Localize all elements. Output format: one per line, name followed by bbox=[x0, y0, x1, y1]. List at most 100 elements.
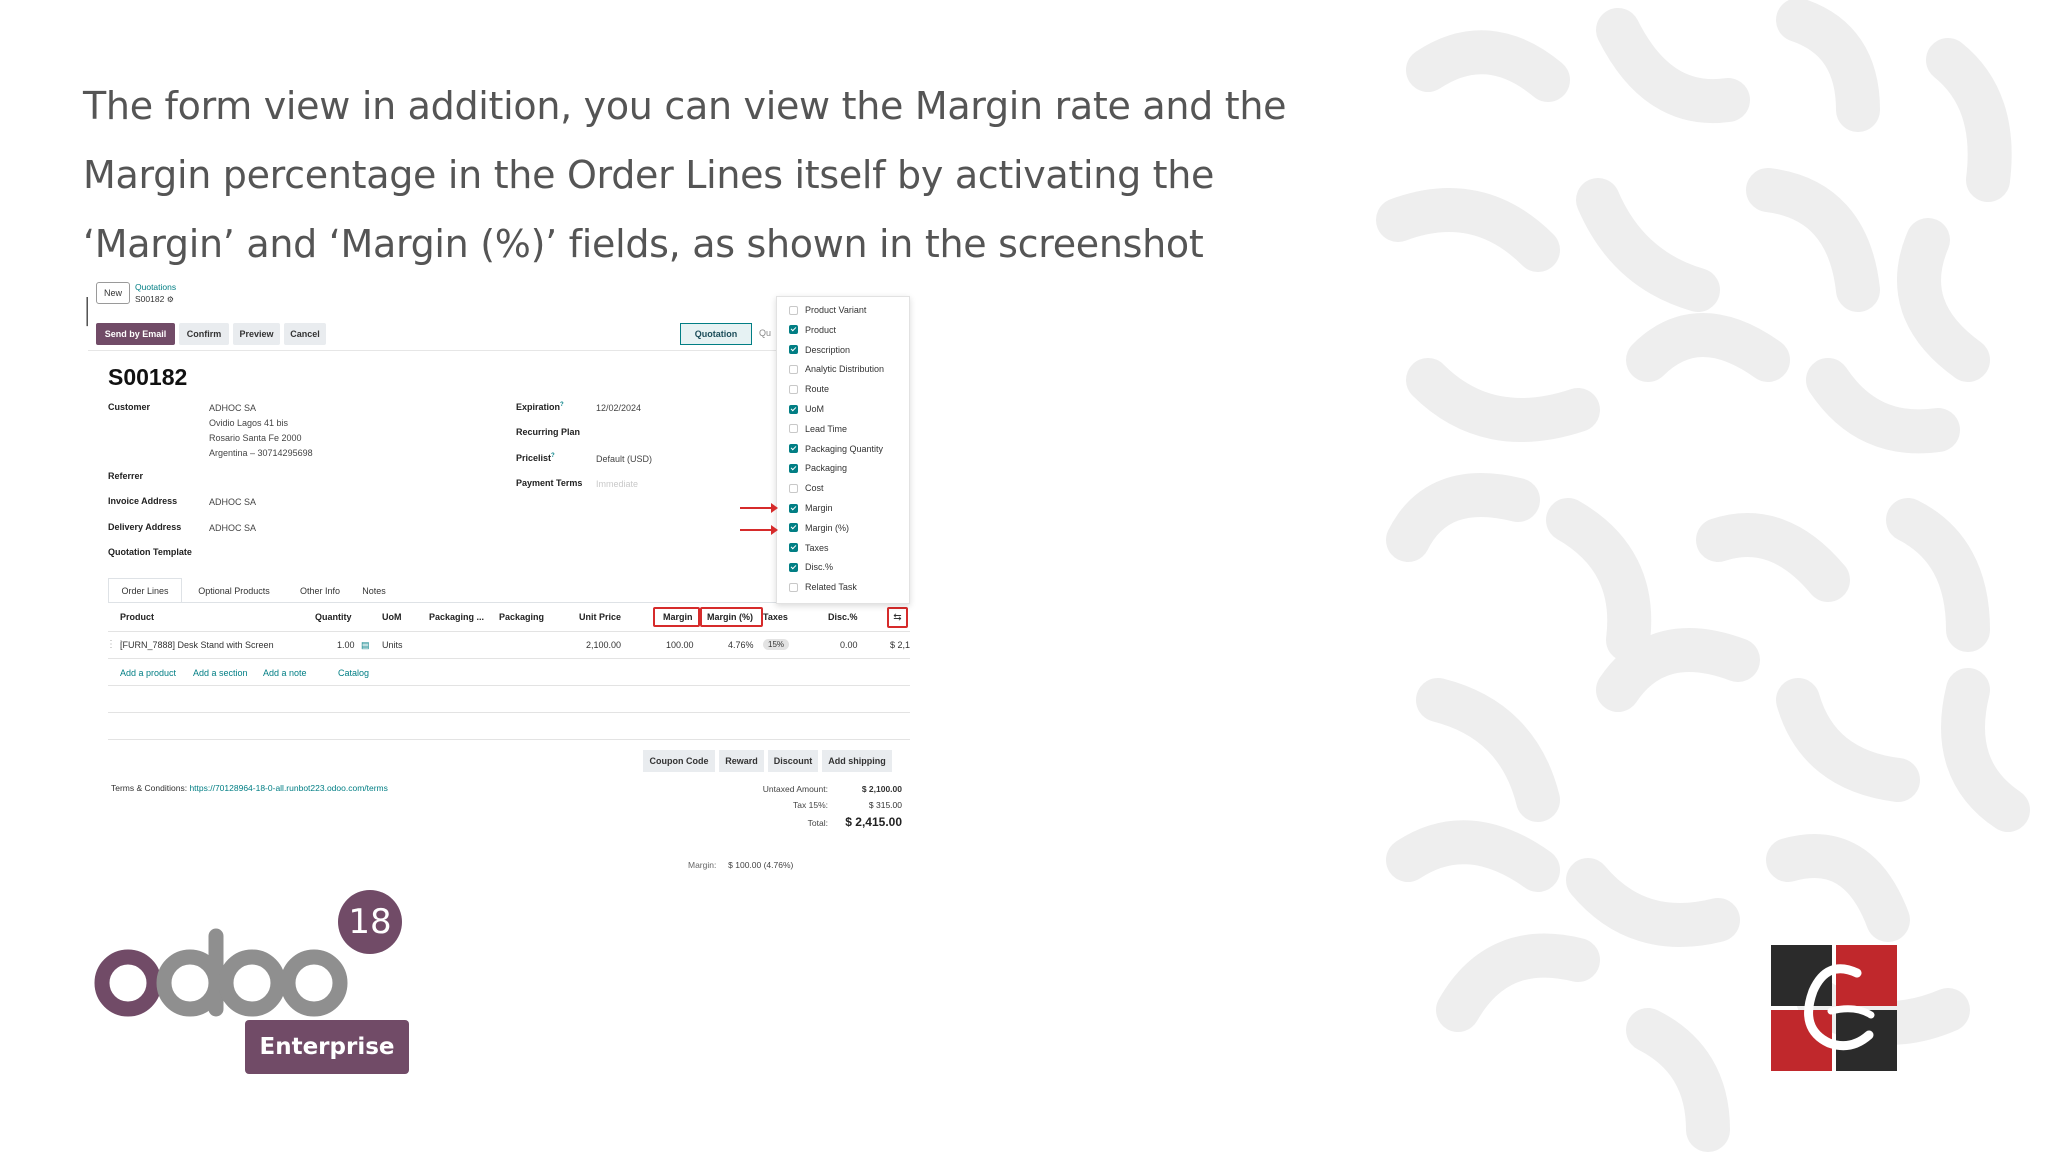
discount-button[interactable]: Discount bbox=[768, 750, 818, 772]
line-product[interactable]: [FURN_7888] Desk Stand with Screen bbox=[120, 640, 274, 650]
optional-column-option[interactable]: Related Task bbox=[789, 580, 857, 594]
checkbox-unchecked-icon[interactable] bbox=[789, 384, 798, 394]
customer-address-line3: Argentina – 30714295698 bbox=[209, 448, 313, 458]
optional-column-option[interactable]: Cost bbox=[789, 481, 824, 495]
col-product[interactable]: Product bbox=[120, 612, 154, 622]
odoo-logo: 18 Enterprise bbox=[92, 880, 422, 1080]
col-packaging[interactable]: Packaging bbox=[499, 612, 544, 622]
tab-notes[interactable]: Notes bbox=[355, 578, 393, 603]
optional-column-option[interactable]: Margin (%) bbox=[789, 521, 849, 535]
add-product-link[interactable]: Add a product bbox=[120, 668, 176, 678]
checkbox-checked-icon[interactable] bbox=[789, 463, 798, 473]
checkbox-checked-icon[interactable] bbox=[789, 562, 798, 572]
payment-terms-input[interactable]: Immediate bbox=[596, 479, 638, 489]
optional-column-label: Packaging Quantity bbox=[805, 443, 884, 454]
invoice-address-value[interactable]: ADHOC SA bbox=[209, 497, 256, 507]
col-taxes[interactable]: Taxes bbox=[763, 612, 788, 622]
optional-columns-dropdown: Product Variant Product Description Analyti… bbox=[776, 296, 910, 604]
checkbox-checked-icon[interactable] bbox=[789, 543, 798, 553]
checkbox-unchecked-icon[interactable] bbox=[789, 483, 798, 493]
breadcrumb-quotations[interactable]: Quotations bbox=[135, 282, 176, 292]
odoo-form-screenshot: New Quotations S00182 ⚙ Send by Email Co… bbox=[88, 278, 918, 878]
status-quotation[interactable]: Quotation bbox=[680, 323, 752, 345]
checkbox-unchecked-icon[interactable] bbox=[789, 582, 798, 592]
add-note-link[interactable]: Add a note bbox=[263, 668, 307, 678]
add-shipping-button[interactable]: Add shipping bbox=[822, 750, 892, 772]
optional-column-option[interactable]: Product bbox=[789, 323, 836, 337]
total-value: $ 2,415.00 bbox=[845, 815, 902, 829]
preview-button[interactable]: Preview bbox=[233, 323, 280, 345]
terms-conditions: Terms & Conditions: https://70128964-18-… bbox=[111, 783, 388, 793]
line-disc[interactable]: 0.00 bbox=[840, 640, 858, 650]
page-title: S00182 bbox=[108, 364, 188, 390]
quotation-template-label: Quotation Template bbox=[108, 547, 192, 557]
sliders-icon: ⇆ bbox=[893, 612, 902, 623]
expiration-value[interactable]: 12/02/2024 bbox=[596, 403, 641, 413]
delivery-address-value[interactable]: ADHOC SA bbox=[209, 523, 256, 533]
company-logo bbox=[1771, 945, 1897, 1071]
confirm-button[interactable]: Confirm bbox=[179, 323, 229, 345]
col-packaging-qty[interactable]: Packaging ... bbox=[429, 612, 484, 622]
optional-column-option[interactable]: Margin bbox=[789, 501, 833, 515]
col-uom[interactable]: UoM bbox=[382, 612, 402, 622]
reward-button[interactable]: Reward bbox=[719, 750, 764, 772]
customer-name[interactable]: ADHOC SA bbox=[209, 403, 256, 413]
checkbox-checked-icon[interactable] bbox=[789, 444, 798, 454]
pricelist-value[interactable]: Default (USD) bbox=[596, 454, 652, 464]
col-unit-price[interactable]: Unit Price bbox=[579, 612, 621, 622]
add-section-link[interactable]: Add a section bbox=[193, 668, 248, 678]
decorative-background bbox=[1376, 0, 2030, 1152]
checkbox-unchecked-icon[interactable] bbox=[789, 424, 798, 434]
tax-badge[interactable]: 15% bbox=[763, 639, 790, 650]
optional-column-option[interactable]: UoM bbox=[789, 402, 824, 416]
tax-label: Tax 15%: bbox=[793, 800, 828, 810]
col-disc[interactable]: Disc.% bbox=[828, 612, 858, 622]
optional-column-option[interactable]: Analytic Distribution bbox=[789, 362, 884, 376]
pricelist-label-text: Pricelist bbox=[516, 453, 552, 463]
expiration-label: Expiration? bbox=[516, 402, 564, 412]
optional-column-label: Taxes bbox=[805, 542, 829, 553]
invoice-address-label: Invoice Address bbox=[108, 496, 178, 506]
forecast-chart-icon[interactable]: ▤ bbox=[361, 640, 370, 651]
checkbox-checked-icon[interactable] bbox=[789, 503, 798, 513]
coupon-code-button[interactable]: Coupon Code bbox=[643, 750, 715, 772]
checkbox-checked-icon[interactable] bbox=[789, 325, 798, 335]
checkbox-checked-icon[interactable] bbox=[789, 523, 798, 533]
checkbox-checked-icon[interactable] bbox=[789, 404, 798, 414]
catalog-link[interactable]: Catalog bbox=[338, 668, 369, 678]
status-next[interactable]: Qu bbox=[759, 328, 771, 338]
highlight-margin-pct-column bbox=[700, 607, 763, 627]
optional-column-option[interactable]: Description bbox=[789, 343, 850, 357]
optional-column-label: Route bbox=[805, 384, 830, 395]
optional-column-label: Description bbox=[805, 344, 851, 355]
line-uom[interactable]: Units bbox=[382, 640, 403, 650]
optional-column-option[interactable]: Packaging bbox=[789, 461, 847, 475]
optional-column-option[interactable]: Product Variant bbox=[789, 303, 866, 317]
checkbox-unchecked-icon[interactable] bbox=[789, 305, 798, 315]
expiration-label-text: Expiration bbox=[516, 402, 561, 412]
terms-link[interactable]: https://70128964-18-0-all.runbot223.odoo… bbox=[189, 783, 387, 793]
line-unit-price[interactable]: 2,100.00 bbox=[586, 640, 621, 650]
row-divider bbox=[108, 712, 910, 713]
arrow-to-margin-pct bbox=[740, 525, 778, 535]
new-button[interactable]: New bbox=[96, 282, 130, 304]
row-divider bbox=[108, 685, 910, 686]
line-quantity[interactable]: 1.00 bbox=[337, 640, 355, 650]
recurring-plan-label: Recurring Plan bbox=[516, 427, 581, 437]
arrow-to-margin bbox=[740, 503, 778, 513]
tab-other-info[interactable]: Other Info bbox=[286, 578, 354, 603]
optional-column-option[interactable]: Packaging Quantity bbox=[789, 442, 883, 456]
send-by-email-button[interactable]: Send by Email bbox=[96, 323, 175, 345]
tab-optional-products[interactable]: Optional Products bbox=[183, 578, 285, 603]
optional-column-option[interactable]: Lead Time bbox=[789, 422, 847, 436]
col-quantity[interactable]: Quantity bbox=[315, 612, 352, 622]
checkbox-checked-icon[interactable] bbox=[789, 345, 798, 355]
checkbox-unchecked-icon[interactable] bbox=[789, 364, 798, 374]
optional-column-option[interactable]: Disc.% bbox=[789, 560, 833, 574]
cancel-button[interactable]: Cancel bbox=[284, 323, 326, 345]
optional-column-option[interactable]: Route bbox=[789, 382, 829, 396]
optional-column-option[interactable]: Taxes bbox=[789, 541, 829, 555]
tab-order-lines[interactable]: Order Lines bbox=[108, 578, 182, 603]
gear-icon[interactable]: ⚙ bbox=[167, 295, 174, 304]
optional-columns-toggle[interactable]: ⇆ bbox=[887, 607, 908, 628]
